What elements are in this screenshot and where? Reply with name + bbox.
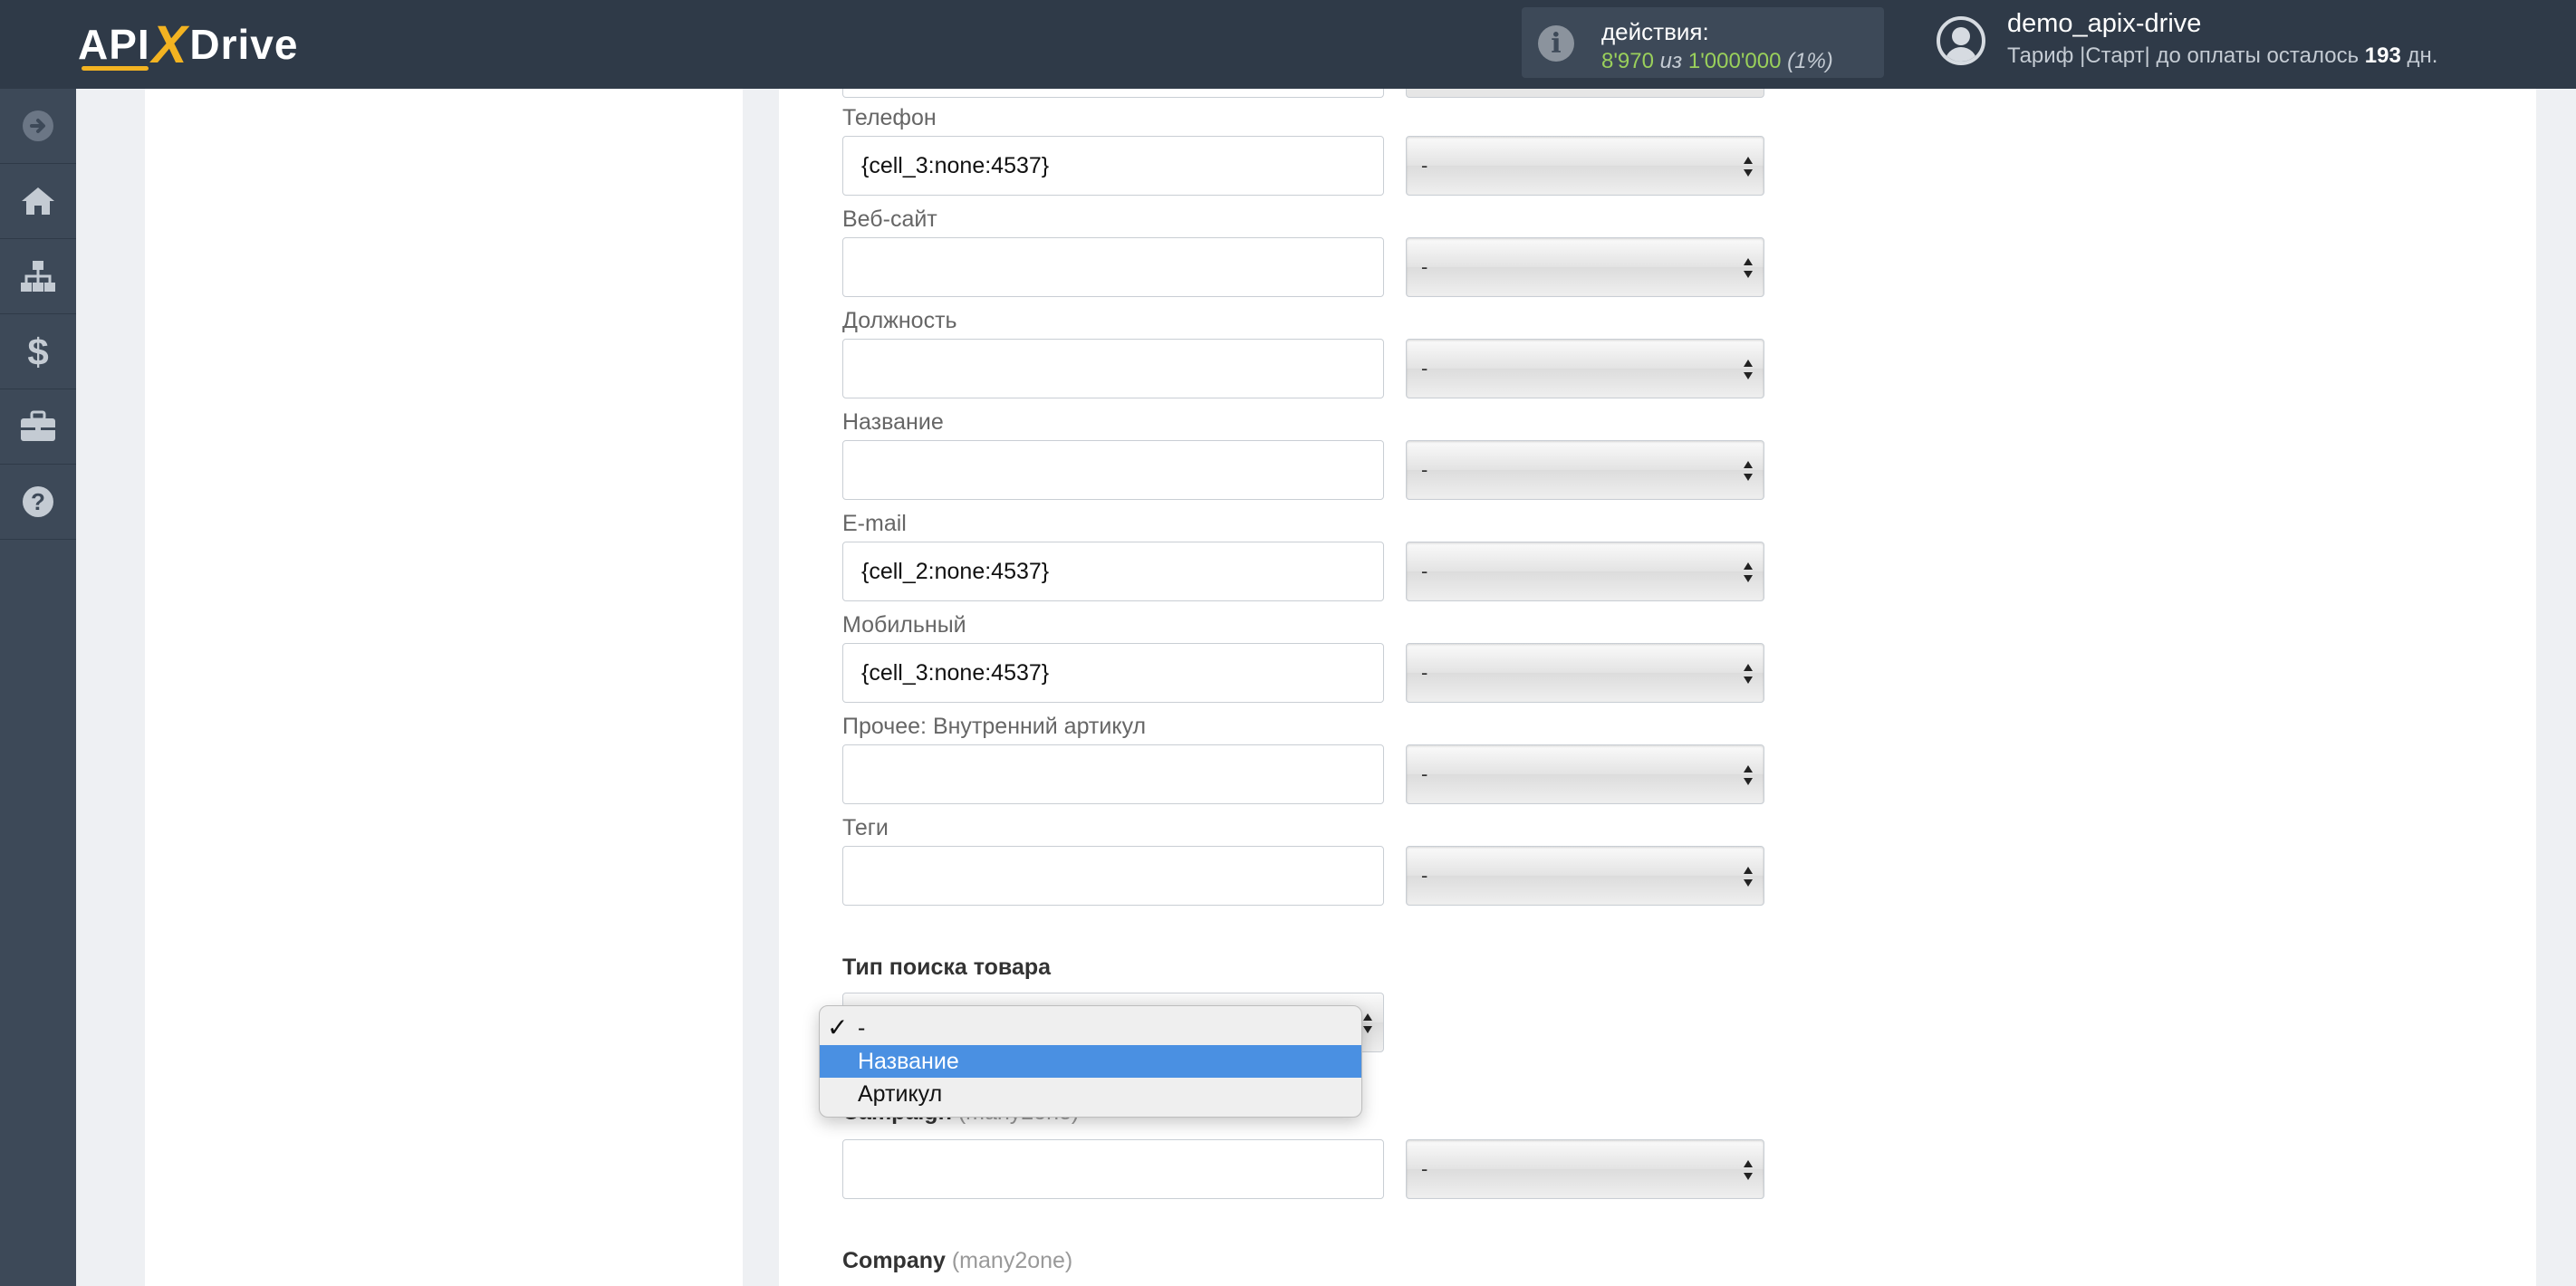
- company-label-text: Company: [842, 1248, 946, 1273]
- actions-used: 8'970: [1601, 49, 1654, 73]
- phone-select[interactable]: -: [1406, 136, 1764, 196]
- info-icon: i: [1538, 25, 1574, 62]
- label-mobile: Мобильный: [842, 612, 966, 638]
- tariff-info: Тариф |Старт| до оплаты осталось 193 дн.: [2007, 43, 2437, 69]
- dropdown-option-name[interactable]: Название: [820, 1045, 1361, 1078]
- select-arrows-icon: [1363, 1013, 1372, 1033]
- label-tags: Теги: [842, 815, 889, 840]
- tariff-text: Тариф |Старт| до оплаты осталось: [2007, 43, 2360, 68]
- home-icon: [22, 187, 54, 215]
- mobile-select[interactable]: -: [1406, 643, 1764, 703]
- svg-text:$: $: [27, 331, 48, 371]
- actions-total: 1'000'000: [1687, 49, 1782, 73]
- sidebar-item-connections[interactable]: [0, 239, 76, 314]
- username[interactable]: demo_apix-drive: [2007, 9, 2201, 39]
- label-company: Company (many2one): [842, 1248, 1072, 1274]
- top-bar: API X Drive i действия: 8'970 из 1'000'000…: [0, 0, 2576, 89]
- select-arrows-icon: [1744, 664, 1753, 684]
- tags-select[interactable]: -: [1406, 846, 1764, 906]
- select-arrows-icon: [1744, 461, 1753, 481]
- actions-of: из: [1659, 49, 1683, 73]
- website-select[interactable]: -: [1406, 237, 1764, 297]
- dropdown-option-name-label: Название: [858, 1049, 959, 1074]
- select-arrows-icon: [1744, 157, 1753, 177]
- select-arrows-icon: [1744, 258, 1753, 278]
- sitemap-icon: [21, 261, 55, 292]
- internal-sku-select-value: -: [1421, 763, 1428, 785]
- company-hint: (many2one): [951, 1248, 1073, 1273]
- name-input[interactable]: [842, 440, 1384, 500]
- apixdrive-logo[interactable]: API X Drive: [78, 13, 298, 76]
- scrollbar-edge: [2571, 0, 2576, 89]
- position-select-value: -: [1421, 357, 1428, 379]
- label-email: E-mail: [842, 511, 907, 536]
- sidebar-item-home[interactable]: [0, 164, 76, 239]
- position-input[interactable]: [842, 339, 1384, 398]
- actions-counter: i действия: 8'970 из 1'000'000 (1%): [1522, 7, 1884, 78]
- select-arrows-icon: [1744, 867, 1753, 887]
- actions-label: действия:: [1601, 18, 1709, 45]
- mobile-input[interactable]: {cell_3:none:4537}: [842, 643, 1384, 703]
- website-select-value: -: [1421, 255, 1428, 278]
- dropdown-option-none-label: -: [858, 1015, 866, 1041]
- sidebar-item-expand[interactable]: [0, 89, 76, 164]
- briefcase-icon: [21, 410, 55, 441]
- position-select[interactable]: -: [1406, 339, 1764, 398]
- dollar-icon: $: [27, 331, 48, 371]
- tariff-days: 193: [2364, 43, 2401, 68]
- tags-select-value: -: [1421, 864, 1428, 887]
- user-avatar-icon[interactable]: [1937, 16, 1985, 65]
- previous-field-input-stub[interactable]: [842, 89, 1384, 98]
- label-position: Должность: [842, 308, 957, 333]
- actions-percent: (1%): [1787, 49, 1833, 73]
- internal-sku-input[interactable]: [842, 744, 1384, 804]
- dropdown-option-sku[interactable]: Артикул: [820, 1078, 1361, 1110]
- label-phone: Телефон: [842, 105, 937, 130]
- svg-text:?: ?: [31, 488, 45, 515]
- email-select-value: -: [1421, 560, 1428, 582]
- campaign-select[interactable]: -: [1406, 1139, 1764, 1199]
- logo-api: API: [78, 21, 150, 68]
- select-arrows-icon: [1744, 360, 1753, 379]
- select-arrows-icon: [1744, 765, 1753, 785]
- name-select[interactable]: -: [1406, 440, 1764, 500]
- sidebar-item-help[interactable]: ?: [0, 465, 76, 540]
- arrow-right-circle-icon: [23, 110, 53, 141]
- logo-underline: [82, 66, 149, 71]
- phone-select-value: -: [1421, 154, 1428, 177]
- name-select-value: -: [1421, 458, 1428, 481]
- select-arrows-icon: [1744, 1160, 1753, 1180]
- question-circle-icon: ?: [23, 486, 53, 517]
- left-panel: [145, 89, 743, 1286]
- logo-x: X: [151, 14, 188, 74]
- product-search-dropdown: ✓ - Название Артикул: [819, 1005, 1362, 1118]
- email-input[interactable]: {cell_2:none:4537}: [842, 542, 1384, 601]
- actions-usage: 8'970 из 1'000'000 (1%): [1601, 49, 1833, 74]
- dropdown-option-none[interactable]: ✓ -: [820, 1012, 1361, 1044]
- campaign-input[interactable]: [842, 1139, 1384, 1199]
- dropdown-option-sku-label: Артикул: [858, 1081, 943, 1107]
- label-website: Веб-сайт: [842, 206, 937, 232]
- email-select[interactable]: -: [1406, 542, 1764, 601]
- sidebar-item-billing[interactable]: $: [0, 314, 76, 389]
- select-arrows-icon: [1744, 562, 1753, 582]
- phone-input[interactable]: {cell_3:none:4537}: [842, 136, 1384, 196]
- logo-drive: Drive: [189, 21, 299, 68]
- mobile-select-value: -: [1421, 661, 1428, 684]
- tags-input[interactable]: [842, 846, 1384, 906]
- previous-field-select-stub[interactable]: [1406, 89, 1764, 98]
- tariff-days-suffix: дн.: [2407, 43, 2438, 68]
- label-product-search-type: Тип поиска товара: [842, 955, 1052, 980]
- checkmark-icon: ✓: [827, 1013, 849, 1041]
- sidebar: $ ?: [0, 89, 76, 1286]
- internal-sku-select[interactable]: -: [1406, 744, 1764, 804]
- label-name: Название: [842, 409, 944, 435]
- website-input[interactable]: [842, 237, 1384, 297]
- label-internal-sku: Прочее: Внутренний артикул: [842, 714, 1147, 739]
- campaign-select-value: -: [1421, 1157, 1428, 1180]
- sidebar-item-briefcase[interactable]: [0, 389, 76, 465]
